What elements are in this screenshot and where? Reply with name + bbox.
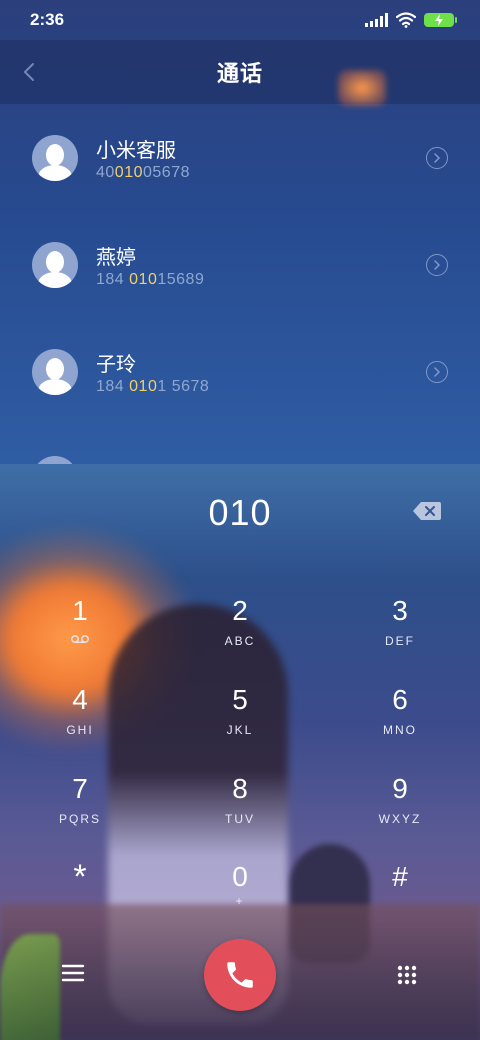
chevron-right-icon xyxy=(434,153,441,163)
key-digit: 7 xyxy=(72,773,88,804)
key-1[interactable]: 1 xyxy=(0,594,160,674)
dialpad-icon xyxy=(397,965,417,985)
key-digit: 5 xyxy=(232,684,248,715)
number-match-highlight: 010 xyxy=(129,378,158,395)
dialer-bottom-bar xyxy=(0,936,480,1016)
avatar xyxy=(32,456,78,464)
chevron-right-icon xyxy=(434,367,441,377)
number-match-highlight: 010 xyxy=(114,164,143,181)
status-bar: 2:36 xyxy=(0,0,480,40)
key-3[interactable]: 3 DEF xyxy=(320,594,480,674)
back-button[interactable] xyxy=(14,56,44,88)
key-letters: PQRS xyxy=(58,812,101,826)
key-letters: TUV xyxy=(225,812,255,826)
contact-name: 小米客服 xyxy=(96,140,176,162)
avatar xyxy=(32,242,78,288)
key-5[interactable]: 5 JKL xyxy=(160,683,320,763)
key-8[interactable]: 8 TUV xyxy=(160,772,320,852)
key-hash[interactable]: # xyxy=(320,860,480,940)
voicemail-icon xyxy=(71,635,89,643)
key-digit: 2 xyxy=(232,595,248,626)
key-letters: DEF xyxy=(385,634,415,648)
backspace-icon xyxy=(413,502,441,520)
contact-item[interactable]: 子玲 184 0101 5678 xyxy=(0,318,480,424)
key-digit: 8 xyxy=(232,773,248,804)
contact-detail-button[interactable] xyxy=(426,254,448,276)
key-digit: 6 xyxy=(392,684,408,715)
number-match-highlight: 010 xyxy=(129,271,158,288)
phone-icon xyxy=(227,962,253,988)
key-0[interactable]: 0 + xyxy=(160,860,320,940)
key-2[interactable]: 2 ABC xyxy=(160,594,320,674)
signal-icon xyxy=(365,13,388,27)
menu-icon xyxy=(61,964,85,982)
call-button[interactable] xyxy=(204,939,276,1011)
key-letters: + xyxy=(235,894,245,908)
page-title: 通话 xyxy=(216,61,263,86)
key-6[interactable]: 6 MNO xyxy=(320,683,480,763)
menu-button[interactable] xyxy=(60,962,86,984)
key-digit: 9 xyxy=(392,773,408,804)
dialed-number: 010 xyxy=(208,492,272,533)
key-digit: 0 xyxy=(232,861,248,892)
key-letters: ABC xyxy=(224,634,256,648)
dialed-number-display: 010 xyxy=(0,488,480,538)
avatar xyxy=(32,135,78,181)
key-letters: JKL xyxy=(226,723,254,737)
contact-item-partial[interactable] xyxy=(0,425,480,464)
contact-number: 4001005678 xyxy=(96,164,190,181)
battery-icon xyxy=(424,13,457,27)
key-letters: MNO xyxy=(383,723,417,737)
contact-suggestion-list: 小米客服 4001005678 燕婷 184 01015689 子玲 184 0… xyxy=(0,104,480,464)
key-letters: WXYZ xyxy=(378,812,422,826)
key-digit: * xyxy=(73,858,87,896)
contact-detail-button[interactable] xyxy=(426,361,448,383)
header: 通话 xyxy=(0,40,480,104)
wifi-icon xyxy=(396,12,416,28)
key-digit: 1 xyxy=(72,595,88,626)
keypad-toggle-button[interactable] xyxy=(396,964,418,986)
key-4[interactable]: 4 GHI xyxy=(0,683,160,763)
contact-name: 燕婷 xyxy=(96,247,136,269)
chevron-left-icon xyxy=(24,63,34,81)
backspace-button[interactable] xyxy=(412,500,442,522)
key-star[interactable]: * xyxy=(0,860,160,940)
key-digit: 4 xyxy=(72,684,88,715)
key-digit: 3 xyxy=(392,595,408,626)
contact-number: 184 01015689 xyxy=(96,271,205,288)
status-icons xyxy=(365,12,457,28)
charging-icon xyxy=(435,14,443,26)
wallpaper-lantern-small xyxy=(338,70,386,106)
avatar xyxy=(32,349,78,395)
contact-item[interactable]: 燕婷 184 01015689 xyxy=(0,211,480,317)
chevron-right-icon xyxy=(434,260,441,270)
contact-name: 子玲 xyxy=(96,354,136,376)
key-7[interactable]: 7 PQRS xyxy=(0,772,160,852)
key-letters: GHI xyxy=(66,723,94,737)
contact-item[interactable]: 小米客服 4001005678 xyxy=(0,104,480,210)
key-9[interactable]: 9 WXYZ xyxy=(320,772,480,852)
contact-number: 184 0101 5678 xyxy=(96,378,210,395)
key-digit: # xyxy=(392,861,408,892)
status-time: 2:36 xyxy=(30,10,65,29)
contact-detail-button[interactable] xyxy=(426,147,448,169)
